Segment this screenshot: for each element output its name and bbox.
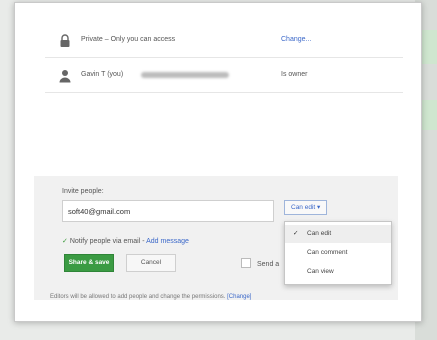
send-copy-option[interactable]: Send a — [241, 258, 279, 268]
notify-people-label: Notify people via email - — [69, 238, 147, 245]
share-and-save-button[interactable]: Share & save — [64, 254, 114, 272]
permission-dropdown-button[interactable]: Can edit ▾ — [284, 200, 328, 215]
dropdown-item-can-view[interactable]: Can view — [285, 263, 391, 281]
send-copy-checkbox[interactable] — [241, 258, 251, 268]
invite-people-label: Invite people: — [62, 188, 104, 195]
lock-icon — [59, 34, 71, 48]
background-green-highlight — [420, 100, 437, 130]
dropdown-item-label: Can edit — [307, 230, 332, 237]
private-access-row: Private – Only you can access Change... — [45, 27, 403, 58]
notify-people-option[interactable]: ✓ Notify people via email - Add message — [62, 237, 189, 245]
permission-dropdown-menu: ✓ Can edit Can comment Can view — [284, 221, 392, 285]
owner-role: Is owner — [281, 71, 308, 78]
dropdown-item-can-edit[interactable]: ✓ Can edit — [285, 225, 391, 243]
invite-email-input[interactable] — [62, 200, 274, 222]
checkmark-icon: ✓ — [293, 230, 299, 237]
cancel-button[interactable]: Cancel — [126, 254, 176, 272]
private-access-label: Private – Only you can access — [81, 36, 176, 43]
change-permissions-link[interactable]: [Change] — [227, 294, 251, 300]
checkmark-icon: ✓ — [62, 238, 68, 245]
background-green-highlight — [420, 30, 437, 64]
owner-email-redacted — [141, 72, 229, 78]
change-visibility-link[interactable]: Change... — [281, 36, 311, 43]
permissions-footnote: Editors will be allowed to add people an… — [50, 294, 251, 300]
dropdown-item-label: Can view — [307, 268, 334, 275]
dropdown-item-can-comment[interactable]: Can comment — [285, 244, 391, 262]
dropdown-item-label: Can comment — [307, 249, 348, 256]
send-copy-label: Send a — [257, 261, 280, 268]
person-icon — [59, 69, 71, 83]
owner-row: Gavin T (you) Is owner — [45, 62, 403, 93]
add-message-link[interactable]: Add message — [146, 238, 189, 245]
footnote-text: Editors will be allowed to add people an… — [50, 294, 228, 300]
owner-name: Gavin T (you) — [81, 71, 124, 78]
